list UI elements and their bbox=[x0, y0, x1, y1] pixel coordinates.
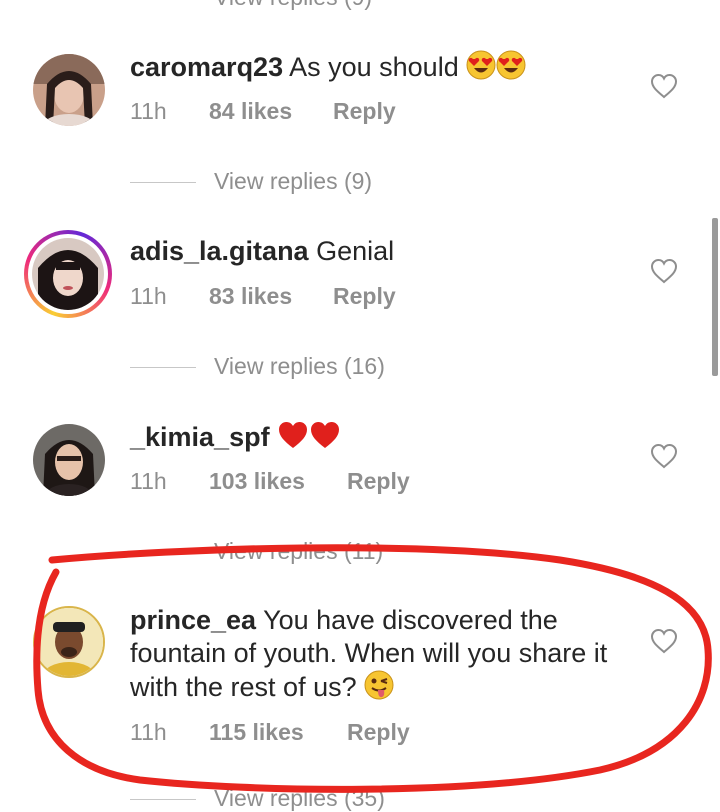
comment-body: Genial bbox=[316, 236, 395, 266]
comment-body: As you should bbox=[289, 52, 459, 82]
view-replies-label: View replies (16) bbox=[214, 353, 385, 379]
heart-eyes-emoji bbox=[466, 50, 496, 88]
heart-outline-icon[interactable] bbox=[650, 443, 678, 469]
view-replies-label: View replies (9) bbox=[214, 0, 372, 11]
comment-text: adis_la.gitana Genial bbox=[130, 235, 630, 268]
heart-eyes-emoji bbox=[496, 50, 526, 88]
comment-text: caromarq23 As you should bbox=[130, 50, 630, 88]
reply-button[interactable]: Reply bbox=[333, 283, 396, 310]
username[interactable]: prince_ea bbox=[130, 605, 256, 635]
username[interactable]: adis_la.gitana bbox=[130, 236, 309, 266]
likes-count[interactable]: 115 likes bbox=[209, 719, 304, 746]
divider-line bbox=[130, 182, 196, 183]
comment-text: _kimia_spf bbox=[130, 420, 630, 458]
likes-count[interactable]: 83 likes bbox=[209, 283, 292, 310]
view-replies-label: View replies (35) bbox=[214, 785, 385, 811]
username[interactable]: _kimia_spf bbox=[130, 422, 270, 452]
likes-count[interactable]: 103 likes bbox=[209, 468, 305, 495]
timestamp: 11h bbox=[130, 719, 167, 745]
divider-line bbox=[130, 367, 196, 368]
scrollbar[interactable] bbox=[712, 218, 718, 376]
username[interactable]: caromarq23 bbox=[130, 52, 283, 82]
avatar[interactable] bbox=[33, 606, 105, 678]
timestamp: 11h bbox=[130, 98, 167, 124]
red-heart-emoji bbox=[309, 420, 341, 458]
divider-line bbox=[130, 799, 196, 800]
likes-count[interactable]: 84 likes bbox=[209, 98, 292, 125]
view-replies-label: View replies (9) bbox=[214, 168, 373, 194]
heart-outline-icon[interactable] bbox=[650, 73, 678, 99]
heart-outline-icon[interactable] bbox=[650, 628, 678, 654]
comment-text: prince_ea You have discovered the founta… bbox=[130, 604, 635, 708]
reply-button[interactable]: Reply bbox=[333, 98, 396, 125]
avatar[interactable] bbox=[33, 424, 105, 496]
timestamp: 11h bbox=[130, 468, 167, 494]
reply-button[interactable]: Reply bbox=[347, 719, 410, 746]
divider-line bbox=[130, 552, 196, 553]
reply-button[interactable]: Reply bbox=[347, 468, 410, 495]
view-replies-label: View replies (11) bbox=[214, 538, 384, 564]
red-heart-emoji bbox=[277, 420, 309, 458]
heart-outline-icon[interactable] bbox=[650, 258, 678, 284]
story-ring-avatar[interactable] bbox=[24, 230, 112, 318]
timestamp: 11h bbox=[130, 283, 167, 309]
winking-tongue-emoji bbox=[364, 670, 394, 708]
avatar[interactable] bbox=[33, 54, 105, 126]
